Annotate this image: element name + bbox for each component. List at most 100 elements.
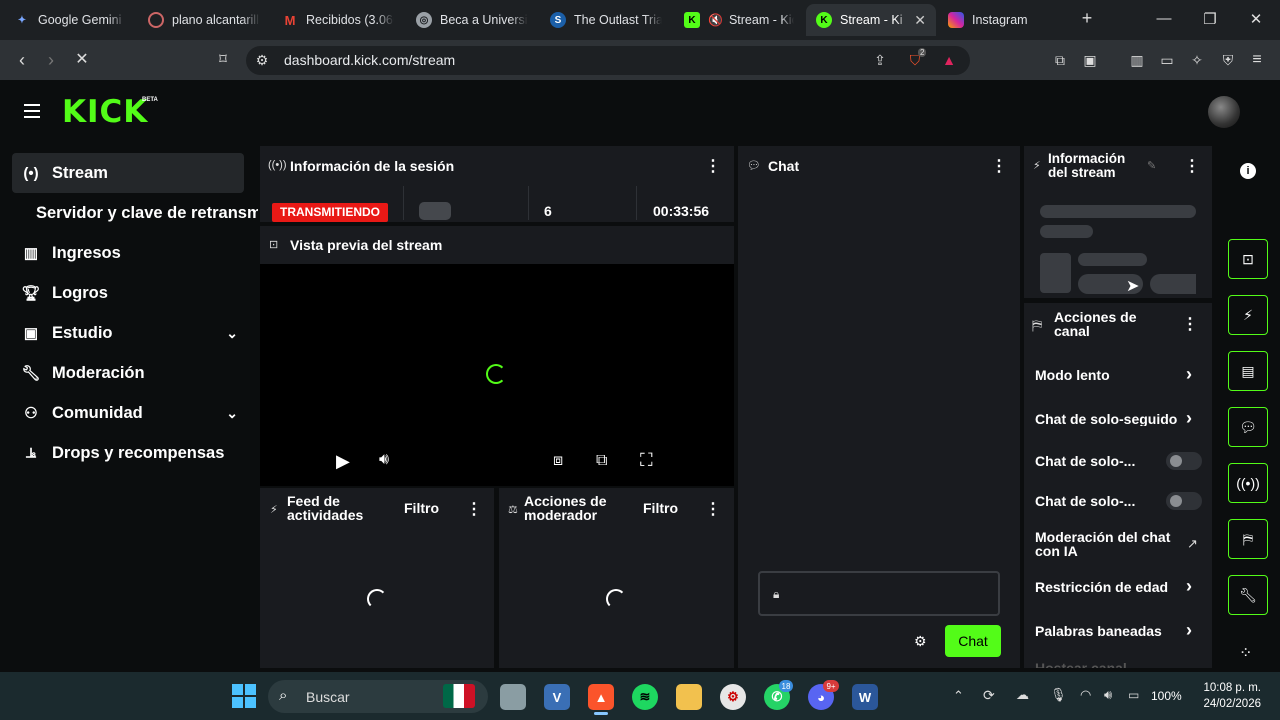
session-menu-button[interactable]: ⋮	[705, 156, 721, 176]
moderation-toggle-button[interactable]: 🔧︎	[1228, 575, 1268, 615]
chevron-right-icon[interactable]: ›	[1186, 620, 1192, 641]
volume-icon[interactable]: 🔊︎	[379, 451, 389, 469]
age-restriction-item[interactable]: Restricción de edad	[1035, 580, 1168, 594]
leo-ai-icon[interactable]: ✧	[1188, 51, 1206, 69]
cloud-icon[interactable]: ☁	[1016, 687, 1029, 703]
tab-instagram[interactable]: Instagram	[938, 4, 1070, 36]
feed-filter-button[interactable]: Filtro	[404, 501, 439, 515]
battery-icon[interactable]: ▭	[1128, 688, 1139, 702]
sidebar-item-moderacion[interactable]: 🔧︎ Moderación	[12, 353, 244, 393]
minimize-button[interactable]: —	[1154, 10, 1174, 27]
sidebar-toggle-icon[interactable]: ▥	[1128, 51, 1146, 69]
feed-menu-button[interactable]: ⋮	[466, 499, 482, 519]
sidebar-item-logros[interactable]: 🏆︎ Logros	[12, 273, 244, 313]
tab-kick-active[interactable]: K Stream - Ki ✕	[806, 4, 936, 36]
theater-mode-icon[interactable]: ⧉	[596, 452, 607, 470]
share-icon[interactable]: ⇪	[871, 51, 889, 69]
chat-menu-button[interactable]: ⋮	[991, 156, 1007, 176]
brave-browser-icon[interactable]: ▲	[588, 684, 614, 710]
external-link-icon[interactable]: ↗	[1187, 536, 1198, 552]
notes-toggle-button[interactable]: ▤	[1228, 351, 1268, 391]
chat-only-toggle[interactable]	[1166, 492, 1202, 510]
chat-send-button[interactable]: Chat	[945, 625, 1001, 657]
tab-gmail[interactable]: M Recibidos (3.060	[272, 4, 404, 36]
word-icon[interactable]: W	[852, 684, 878, 710]
fullscreen-icon[interactable]: ⛶	[640, 450, 653, 471]
play-icon[interactable]: ▶	[336, 451, 350, 472]
kick-logo[interactable]: KICK	[62, 97, 148, 128]
tab-google-gemini[interactable]: ✦ Google Gemini	[4, 4, 136, 36]
forward-button[interactable]: ›	[41, 50, 61, 70]
layout-icon[interactable]: ⁘	[1239, 643, 1252, 663]
chat-input[interactable]	[758, 571, 1000, 616]
close-tab-icon[interactable]: ✕	[914, 12, 926, 29]
sidebar-item-estudio[interactable]: ▣ Estudio ⌄	[12, 313, 244, 353]
sidebar-item-drops[interactable]: ⫡ Drops y recompensas	[12, 433, 244, 473]
windows-start-icon[interactable]	[232, 684, 256, 708]
chevron-right-icon[interactable]: ›	[1186, 408, 1192, 429]
tab-beca[interactable]: ◎ Beca a Universit	[406, 4, 538, 36]
preview-toggle-button[interactable]: ⊡	[1228, 239, 1268, 279]
wifi-icon[interactable]: ◠	[1080, 687, 1091, 703]
sync-icon[interactable]: ⟳	[983, 687, 995, 704]
hamburger-menu-icon[interactable]	[24, 104, 40, 118]
volume-icon[interactable]: 🔊︎	[1104, 687, 1112, 703]
modactions-menu-button[interactable]: ⋮	[705, 499, 721, 519]
sidebar-item-server-key[interactable]: Servidor y clave de retransm	[12, 193, 258, 233]
menu-icon[interactable]: ≡	[1248, 51, 1266, 69]
activity-toggle-button[interactable]: ⚡︎	[1228, 295, 1268, 335]
ai-moderation-item[interactable]: con IA	[1035, 544, 1078, 558]
loading-placeholder	[1150, 274, 1196, 294]
user-avatar[interactable]	[1208, 96, 1240, 128]
bookmark-icon[interactable]: ⌑	[213, 50, 233, 70]
app-icon[interactable]: V	[544, 684, 570, 710]
edit-icon[interactable]: ✎	[1147, 159, 1156, 172]
tab-steam[interactable]: S The Outlast Tria	[540, 4, 672, 36]
followers-only-chat-item[interactable]: Chat de solo-seguido	[1035, 412, 1179, 426]
clock-date[interactable]: 24/02/2026	[1199, 698, 1261, 710]
clock-time[interactable]: 10:08 p. m.	[1199, 682, 1261, 694]
chevron-right-icon[interactable]: ›	[1186, 364, 1192, 385]
sidebar-item-comunidad[interactable]: ⚇ Comunidad ⌄	[12, 393, 244, 433]
reader-icon[interactable]: ▣	[1081, 51, 1099, 69]
vpn-icon[interactable]: ⛨	[1219, 51, 1237, 69]
sidebar-item-stream[interactable]: (•) Stream	[12, 153, 244, 193]
banned-words-item[interactable]: Palabras baneadas	[1035, 624, 1162, 638]
folder-icon[interactable]	[676, 684, 702, 710]
chat-toggle-button[interactable]: 💬︎	[1228, 407, 1268, 447]
stream-info-menu-button[interactable]: ⋮	[1184, 156, 1200, 176]
slow-mode-item[interactable]: Modo lento	[1035, 368, 1110, 382]
microphone-icon[interactable]: 🎙︎	[1050, 687, 1067, 703]
back-button[interactable]: ‹	[12, 50, 32, 70]
spotify-icon[interactable]: ≋	[632, 684, 658, 710]
info-icon[interactable]: i	[1240, 163, 1256, 179]
chat-settings-icon[interactable]: ⚙	[914, 633, 927, 650]
notification-badge: 9+	[823, 680, 839, 692]
chevron-right-icon[interactable]: ›	[1186, 576, 1192, 597]
ai-moderation-item[interactable]: Moderación del chat	[1035, 530, 1170, 544]
modactions-filter-button[interactable]: Filtro	[643, 501, 678, 515]
session-toggle-button[interactable]: ((•))	[1228, 463, 1268, 503]
sidebar-item-ingresos[interactable]: ▥ Ingresos	[12, 233, 244, 273]
app-icon[interactable]: ⚙	[720, 684, 746, 710]
host-channel-item[interactable]: Hostear canal	[1035, 661, 1127, 668]
window-close-button[interactable]: ✕	[1246, 10, 1266, 28]
wallet-icon[interactable]: ▭	[1158, 51, 1176, 69]
brave-rewards-icon[interactable]: ▲	[940, 51, 958, 69]
flag-icon[interactable]	[443, 684, 475, 708]
site-settings-icon[interactable]: ⚙	[253, 51, 271, 69]
stop-loading-button[interactable]: ✕	[72, 50, 92, 70]
miniplayer-icon[interactable]: ⧈	[553, 452, 563, 470]
url-text[interactable]: dashboard.kick.com/stream	[284, 52, 455, 68]
tab-kick-muted[interactable]: K 🔇 Stream - Kic	[674, 4, 804, 36]
restore-button[interactable]: ❐	[1200, 10, 1220, 28]
tab-plano[interactable]: plano alcantarill	[138, 4, 270, 36]
channel-actions-toggle-button[interactable]: ⛿	[1228, 519, 1268, 559]
channel-actions-menu-button[interactable]: ⋮	[1182, 314, 1198, 334]
chevron-up-icon[interactable]: ⌃	[953, 688, 964, 704]
extensions-icon[interactable]: ⧉	[1051, 51, 1069, 69]
muted-icon[interactable]: 🔇	[708, 13, 723, 27]
chat-only-toggle[interactable]	[1166, 452, 1202, 470]
file-manager-icon[interactable]	[500, 684, 526, 710]
new-tab-button[interactable]: +	[1077, 8, 1097, 29]
